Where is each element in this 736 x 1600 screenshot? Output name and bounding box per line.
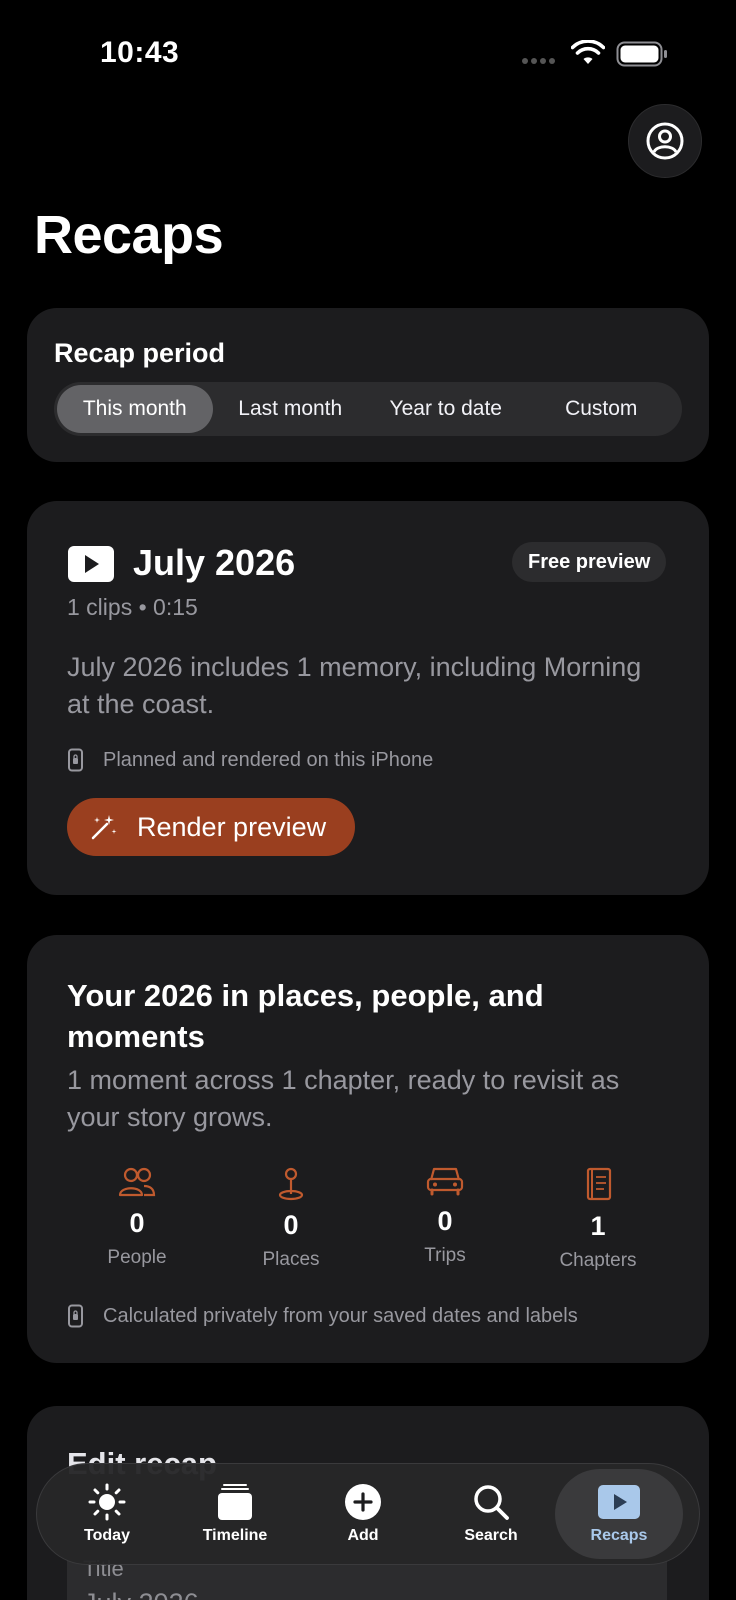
year-summary-title: Your 2026 in places, people, and moments [67, 978, 544, 1054]
stat-trips-label: Trips [424, 1245, 466, 1266]
on-device-note-text: Planned and rendered on this iPhone [103, 748, 434, 771]
stat-people-value: 0 [129, 1208, 145, 1238]
search-icon [474, 1485, 509, 1520]
status-bar: 10:43 [0, 0, 736, 100]
plus-circle-icon [345, 1484, 381, 1520]
recap-card: July 2026 Free preview 1 clips • 0:15 Ju… [27, 501, 709, 895]
sun-icon [88, 1483, 126, 1521]
stat-trips-value: 0 [437, 1206, 453, 1236]
tab-search-label: Search [464, 1527, 518, 1544]
stat-chapters-label: Chapters [559, 1250, 637, 1271]
person-circle-icon [646, 122, 684, 160]
tab-bar: Today Timeline Add Search Recaps [36, 1463, 700, 1565]
profile-button[interactable] [628, 104, 702, 178]
cellular-signal-icon [522, 58, 555, 64]
segment-year-to-date[interactable]: Year to date [368, 385, 524, 433]
battery-icon [616, 41, 667, 67]
iphone-lock-icon [68, 748, 83, 772]
tab-timeline-label: Timeline [202, 1527, 268, 1544]
magic-wand-icon [91, 815, 117, 840]
recap-description: July 2026 includes 1 memory, including M… [67, 652, 642, 719]
period-segmented-control: This month Last month Year to date Custo… [54, 382, 682, 436]
car-icon [426, 1167, 464, 1196]
play-rectangle-icon [598, 1485, 640, 1519]
tab-recaps[interactable]: Recaps [555, 1469, 683, 1559]
tab-add[interactable]: Add [299, 1469, 427, 1559]
stat-chapters-value: 1 [590, 1211, 606, 1241]
year-summary-subtitle: 1 moment across 1 chapter, ready to revi… [67, 1065, 620, 1132]
tab-timeline[interactable]: Timeline [171, 1469, 299, 1559]
year-summary-card: Your 2026 in places, people, and moments… [27, 935, 709, 1363]
book-icon [586, 1167, 612, 1201]
tab-add-label: Add [347, 1527, 379, 1544]
tab-recaps-label: Recaps [590, 1527, 648, 1544]
segment-custom[interactable]: Custom [524, 385, 680, 433]
iphone-lock-icon [68, 1304, 83, 1328]
map-pin-icon [278, 1167, 304, 1201]
recap-period-label: Recap period [54, 338, 226, 368]
stat-people: 0 People [67, 1164, 207, 1269]
free-preview-badge: Free preview [512, 542, 667, 582]
people-icon [118, 1167, 156, 1197]
render-preview-label: Render preview [137, 811, 327, 842]
render-preview-button[interactable]: Render preview [67, 798, 355, 856]
segment-this-month[interactable]: This month [57, 385, 213, 433]
stat-chapters: 1 Chapters [528, 1167, 668, 1272]
stat-places-label: Places [262, 1249, 320, 1270]
stat-places: 0 Places [221, 1166, 361, 1271]
stat-places-value: 0 [283, 1210, 299, 1240]
tab-today[interactable]: Today [43, 1469, 171, 1559]
recap-meta: 1 clips • 0:15 [67, 594, 198, 620]
on-device-note: Planned and rendered on this iPhone [67, 748, 433, 772]
tab-search[interactable]: Search [427, 1469, 555, 1559]
play-rectangle-icon [68, 546, 114, 582]
recap-period-card: Recap period This month Last month Year … [27, 308, 709, 462]
segment-last-month[interactable]: Last month [213, 385, 369, 433]
private-calculation-note: Calculated privately from your saved dat… [67, 1304, 578, 1328]
stack-icon [218, 1484, 252, 1520]
tab-today-label: Today [84, 1527, 130, 1544]
stat-trips: 0 Trips [375, 1162, 515, 1267]
status-time: 10:43 [100, 36, 180, 69]
recap-title: July 2026 [133, 542, 296, 583]
recap-title-field-value: July 2026 [83, 1588, 199, 1600]
wifi-icon [571, 40, 605, 64]
stat-people-label: People [107, 1247, 167, 1268]
page-title: Recaps [34, 205, 224, 265]
private-calculation-text: Calculated privately from your saved dat… [103, 1304, 578, 1327]
